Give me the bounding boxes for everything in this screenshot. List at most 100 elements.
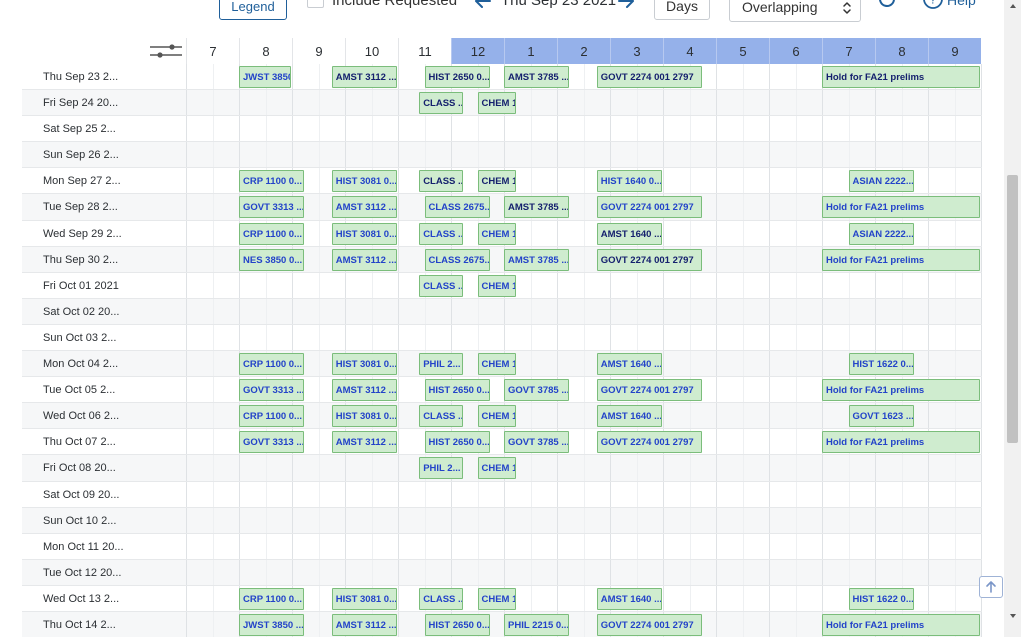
event-block[interactable]: CHEM 1... (477, 587, 517, 610)
date-label[interactable]: Mon Sep 27 2... (43, 175, 121, 187)
event-block[interactable]: HIST 3081 0... (331, 353, 397, 376)
date-label[interactable]: Sat Oct 09 20... (43, 489, 119, 501)
event-block[interactable]: AMST 1640 ... (596, 353, 662, 376)
date-label[interactable]: Thu Sep 23 2... (43, 71, 118, 83)
event-block[interactable]: AMST 1640 ... (596, 405, 662, 428)
event-block[interactable]: HIST 1640 0... (596, 170, 662, 193)
current-date-label[interactable]: Thu Sep 23 2021 (501, 0, 616, 9)
event-block[interactable]: HIST 2650 0... (424, 613, 490, 636)
event-block[interactable]: AMST 3785 ... (504, 196, 570, 219)
event-block[interactable]: CRP 1100 0... (239, 587, 305, 610)
overlapping-select[interactable]: Overlapping (729, 0, 861, 22)
event-block[interactable]: ASIAN 2222... (848, 170, 914, 193)
event-block[interactable]: GOVT 2274 001 2797 (596, 248, 702, 271)
event-block[interactable]: Hold for FA21 prelims (822, 613, 980, 636)
date-label[interactable]: Mon Oct 04 2... (43, 358, 118, 370)
date-label[interactable]: Sat Sep 25 2... (43, 123, 116, 135)
event-block[interactable]: CLASS 2675... (424, 196, 490, 219)
event-block[interactable]: CHEM 1... (477, 353, 517, 376)
date-label[interactable]: Wed Oct 06 2... (43, 410, 119, 422)
scrollbar-thumb[interactable] (1007, 175, 1018, 443)
event-block[interactable]: AMST 3785 ... (504, 66, 570, 88)
event-block[interactable]: AMST 3112 ... (331, 613, 397, 636)
refresh-icon[interactable] (876, 0, 898, 10)
event-block[interactable]: AMST 1640 ... (596, 222, 662, 245)
event-block[interactable]: ASIAN 2222... (848, 222, 914, 245)
event-block[interactable]: JWST 3850 ... (239, 613, 305, 636)
event-block[interactable]: AMST 3112 ... (331, 248, 397, 271)
back-to-top-button[interactable] (979, 576, 1003, 598)
event-block[interactable]: HIST 3081 0... (331, 222, 397, 245)
date-label[interactable]: Wed Sep 29 2... (43, 228, 122, 240)
event-block[interactable]: CHEM 1... (477, 170, 517, 193)
event-block[interactable]: GOVT 2274 001 2797 (596, 431, 702, 454)
event-block[interactable]: CLASS ... (419, 170, 464, 193)
event-block[interactable]: CHEM 1... (477, 405, 517, 428)
event-block[interactable]: AMST 3112 ... (331, 196, 397, 219)
event-block[interactable]: GOVT 3785 ... (504, 379, 570, 402)
event-block[interactable]: CHEM 1... (477, 92, 517, 115)
event-block[interactable]: PHIL 2... (419, 457, 464, 480)
event-block[interactable]: HIST 2650 0... (424, 431, 490, 454)
event-block[interactable]: CHEM 1... (477, 274, 517, 297)
help-link[interactable]: Help (947, 0, 976, 8)
help-circle-icon[interactable]: ? (922, 0, 944, 10)
event-block[interactable]: GOVT 2274 001 2797 (596, 379, 702, 402)
vertical-scrollbar[interactable] (1004, 0, 1021, 637)
event-block[interactable]: HIST 2650 0... (424, 66, 490, 88)
date-label[interactable]: Fri Sep 24 20... (43, 97, 118, 109)
event-block[interactable]: HIST 2650 0... (424, 379, 490, 402)
event-block[interactable]: GOVT 1623 ... (848, 405, 914, 428)
date-label[interactable]: Wed Oct 13 2... (43, 593, 119, 605)
arrow-left-icon[interactable] (472, 0, 494, 12)
date-label[interactable]: Fri Oct 08 20... (43, 462, 116, 474)
event-block[interactable]: CLASS ... (419, 92, 464, 115)
event-block[interactable]: GOVT 2274 001 2797 (596, 66, 702, 88)
date-label[interactable]: Sun Oct 10 2... (43, 515, 116, 527)
event-block[interactable]: HIST 3081 0... (331, 587, 397, 610)
date-label[interactable]: Tue Sep 28 2... (43, 201, 118, 213)
include-requested-checkbox[interactable] (307, 0, 324, 8)
event-block[interactable]: Hold for FA21 prelims (822, 431, 980, 454)
event-block[interactable]: AMST 3785 ... (504, 248, 570, 271)
event-block[interactable]: NES 3850 0... (239, 248, 305, 271)
event-block[interactable]: GOVT 3313 ... (239, 431, 305, 454)
event-block[interactable]: AMST 3112 ... (331, 379, 397, 402)
event-block[interactable]: HIST 3081 0... (331, 405, 397, 428)
event-block[interactable]: CLASS ... (419, 222, 464, 245)
event-block[interactable]: Hold for FA21 prelims (822, 66, 980, 88)
event-block[interactable]: HIST 3081 0... (331, 170, 397, 193)
event-block[interactable]: Hold for FA21 prelims (822, 379, 980, 402)
date-label[interactable]: Mon Oct 11 20... (43, 541, 124, 553)
event-block[interactable]: CLASS ... (419, 405, 464, 428)
date-label[interactable]: Sun Oct 03 2... (43, 332, 116, 344)
event-block[interactable]: HIST 1622 0... (848, 353, 914, 376)
date-label[interactable]: Tue Oct 05 2... (43, 384, 115, 396)
event-block[interactable]: CHEM 1... (477, 457, 517, 480)
scroll-down-arrow-icon[interactable] (1008, 610, 1018, 622)
event-block[interactable]: GOVT 2274 001 2797 (596, 196, 702, 219)
date-label[interactable]: Fri Oct 01 2021 (43, 280, 119, 292)
column-settings-icon[interactable] (146, 38, 186, 64)
event-block[interactable]: HIST 1622 0... (848, 587, 914, 610)
event-block[interactable]: CRP 1100 0... (239, 222, 305, 245)
event-block[interactable]: AMST 3112 ... (331, 431, 397, 454)
arrow-right-icon[interactable] (615, 0, 637, 12)
days-button[interactable]: Days (654, 0, 710, 20)
event-block[interactable]: AMST 1640 ... (596, 587, 662, 610)
event-block[interactable]: GOVT 3313 ... (239, 196, 305, 219)
event-block[interactable]: Hold for FA21 prelims (822, 196, 980, 219)
date-label[interactable]: Thu Sep 30 2... (43, 254, 118, 266)
event-block[interactable]: CHEM 1... (477, 222, 517, 245)
event-block[interactable]: AMST 3112 ... (331, 66, 397, 88)
legend-button[interactable]: Legend (219, 0, 287, 20)
date-label[interactable]: Thu Oct 14 2... (43, 619, 116, 631)
event-block[interactable]: CRP 1100 0... (239, 353, 305, 376)
event-block[interactable]: CLASS ... (419, 274, 464, 297)
event-block[interactable]: JWST 3850 ... (239, 66, 291, 88)
event-block[interactable]: CRP 1100 0... (239, 170, 305, 193)
event-block[interactable]: PHIL 2215 0... (504, 613, 570, 636)
event-block[interactable]: PHIL 2... (419, 353, 464, 376)
event-block[interactable]: GOVT 3313 ... (239, 379, 305, 402)
event-block[interactable]: CLASS 2675... (424, 248, 490, 271)
